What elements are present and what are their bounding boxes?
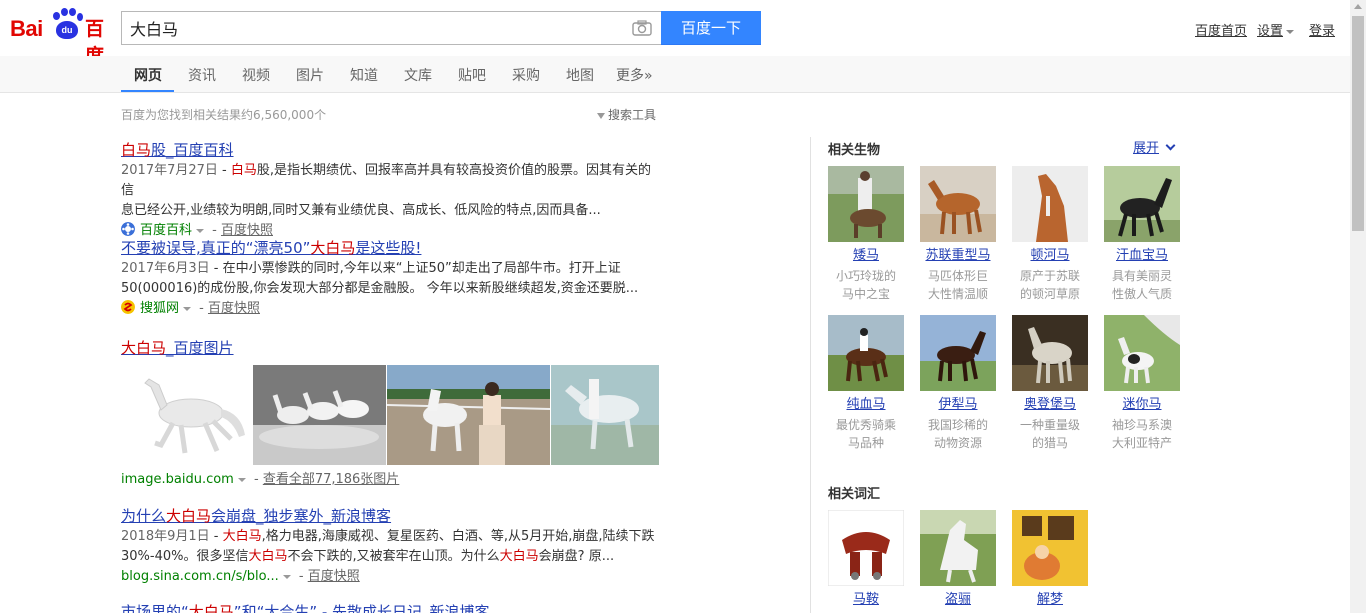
sohu-icon [121, 300, 135, 314]
related-animals-title: 相关生物 [828, 143, 881, 158]
scrollbar-thumb[interactable] [1352, 16, 1364, 231]
tab-zhidao[interactable]: 知道 [350, 65, 378, 85]
related-animal-card[interactable]: 纯血马 最优秀骑乘 马品种 [828, 315, 904, 452]
baike-icon [121, 222, 135, 236]
login-link[interactable]: 登录 [1309, 20, 1335, 39]
related-animal-card[interactable]: 迷你马 袖珍马系澳 大利亚特产 [1104, 315, 1180, 452]
saddle-image [828, 510, 904, 586]
result-title[interactable]: 为什么大白马会崩盘_独步塞外_新浪博客 [121, 505, 661, 527]
dropdown-icon[interactable] [183, 306, 192, 311]
scroll-up-arrow-icon[interactable] [1354, 4, 1362, 9]
soviet-heavy-horse-image [920, 166, 996, 242]
yili-horse-image [920, 315, 996, 391]
search-button[interactable]: 百度一下 [661, 11, 761, 45]
tab-caigou[interactable]: 采购 [512, 65, 540, 85]
result-source: 搜狐网 - 百度快照 [121, 299, 661, 319]
baidu-logo[interactable]: Bai du 百度 [10, 6, 112, 67]
horse-and-girl-image[interactable] [387, 365, 550, 465]
search-result: 市场里的“大白马”和“大合生” - 先散成长日记_新浪博客 [121, 601, 661, 613]
result-source: blog.sina.com.cn/s/blo... - 百度快照 [121, 569, 360, 584]
thoroughbred-image [828, 315, 904, 391]
daoli-horse-image [920, 510, 996, 586]
tab-video[interactable]: 视频 [242, 65, 270, 85]
result-title[interactable]: 白马股_百度百科 [121, 139, 661, 161]
result-title[interactable]: 大白马_百度图片 [121, 337, 661, 359]
related-animal-card[interactable]: 奥登堡马 一种重量级 的猎马 [1012, 315, 1088, 452]
search-tools-label: 搜索工具 [608, 108, 657, 122]
snapshot-link[interactable]: 百度快照 [208, 301, 260, 316]
related-animal-card[interactable]: 苏联重型马 马匹体形巨 大性情温顺 [920, 166, 996, 303]
related-word-card[interactable]: 马鞍 [828, 510, 904, 608]
logo-text-du: du [61, 25, 73, 35]
settings-link[interactable]: 设置 [1257, 20, 1295, 39]
search-result: 白马股_百度百科 2017年7月27日 - 白马股,是指长期绩优、回报率高并具有… [121, 139, 661, 241]
camera-icon[interactable] [632, 20, 652, 36]
filter-icon [597, 112, 605, 119]
dropdown-icon[interactable] [282, 574, 291, 579]
image-result-source: image.baidu.com - 查看全部77,186张图片 [121, 472, 400, 487]
tab-more[interactable]: 更多» [616, 65, 653, 85]
result-abstract: 2018年9月1日 - 大白马,格力电器,海康威视、复星医药、白酒、等,从5月开… [121, 529, 655, 564]
result-title[interactable]: 市场里的“大白马”和“大合生” - 先散成长日记_新浪博客 [121, 601, 661, 613]
result-abstract: 2017年7月27日 - 白马股,是指长期绩优、回报率高并具有较高投资价值的股票… [121, 163, 652, 218]
tab-wenku[interactable]: 文库 [404, 65, 432, 85]
search-tools[interactable]: 搜索工具 [597, 106, 656, 123]
mini-horse-image [1104, 315, 1180, 391]
horse-field-image[interactable] [551, 365, 659, 465]
related-animal-card[interactable]: 伊犁马 我国珍稀的 动物资源 [920, 315, 996, 452]
search-result: 不要被误导,真正的“漂亮50”大白马是这些股! 2017年6月3日 - 在中小票… [121, 237, 661, 319]
search-result: 为什么大白马会崩盘_独步塞外_新浪博客 2018年9月1日 - 大白马,格力电器… [121, 505, 661, 587]
snapshot-link[interactable]: 百度快照 [221, 223, 273, 238]
result-count: 百度为您找到相关结果约6,560,000个 [121, 108, 327, 122]
search-tabs: 网页 资讯 视频 图片 知道 文库 贴吧 采购 地图 更多» [0, 56, 1350, 93]
white-horse-image[interactable] [121, 365, 252, 465]
dropdown-icon[interactable] [237, 477, 246, 482]
oldenburg-horse-image [1012, 315, 1088, 391]
expand-label: 展开 [1133, 141, 1160, 156]
paw-icon: du [50, 8, 84, 40]
image-strip [121, 365, 659, 465]
search-input[interactable] [122, 12, 622, 44]
related-word-card[interactable]: 盗骊 [920, 510, 996, 608]
akhal-teke-image [1104, 166, 1180, 242]
result-abstract: 2017年6月3日 - 在中小票惨跌的同时,今年以来“上证50”却走出了局部牛市… [121, 261, 639, 296]
result-title[interactable]: 不要被误导,真正的“漂亮50”大白马是这些股! [121, 237, 661, 259]
pony-image [828, 166, 904, 242]
don-horse-image [1012, 166, 1088, 242]
search-box [121, 11, 661, 45]
related-animal-card[interactable]: 汗血宝马 具有美丽灵 性傲人气质 [1104, 166, 1180, 303]
dropdown-icon[interactable] [196, 228, 205, 233]
tab-web[interactable]: 网页 [134, 65, 162, 85]
related-animal-card[interactable]: 矮马 小巧玲珑的 马中之宝 [828, 166, 904, 303]
active-tab-indicator [121, 90, 174, 92]
home-link[interactable]: 百度首页 [1195, 20, 1247, 39]
related-words-title: 相关词汇 [828, 487, 881, 502]
caret-down-icon [1286, 29, 1295, 34]
chevron-down-icon [1165, 140, 1176, 151]
snapshot-link[interactable]: 百度快照 [308, 569, 360, 584]
logo-text-left: Bai [10, 16, 43, 41]
tab-images[interactable]: 图片 [296, 65, 324, 85]
horses-running-image[interactable] [253, 365, 386, 465]
header: Bai du 百度 百度一下 百度首页 设置 登录 [0, 0, 1350, 67]
source-name[interactable]: 搜狐网 [140, 301, 179, 316]
settings-label: 设置 [1257, 24, 1284, 39]
expand-link[interactable]: 展开 [1133, 137, 1176, 156]
related-animal-card[interactable]: 顿河马 原产于苏联 的顿河草原 [1012, 166, 1088, 303]
related-word-card[interactable]: 解梦 [1012, 510, 1088, 608]
search-result-images: 大白马_百度图片 [121, 337, 661, 359]
dream-interpretation-image [1012, 510, 1088, 586]
source-name[interactable]: blog.sina.com.cn/s/blo... [121, 569, 279, 584]
tab-map[interactable]: 地图 [566, 65, 594, 85]
tab-tieba[interactable]: 贴吧 [458, 65, 486, 85]
related-sidebar: 相关生物 展开 矮马 小巧玲珑的 马中之宝 苏联重型马 马匹体形巨 大性情温顺 顿河… [810, 137, 1180, 613]
source-name[interactable]: image.baidu.com [121, 472, 234, 487]
source-name[interactable]: 百度百科 [140, 223, 192, 238]
page-scrollbar[interactable] [1350, 0, 1366, 613]
tab-news[interactable]: 资讯 [188, 65, 216, 85]
view-all-images-link[interactable]: 查看全部77,186张图片 [263, 472, 400, 487]
